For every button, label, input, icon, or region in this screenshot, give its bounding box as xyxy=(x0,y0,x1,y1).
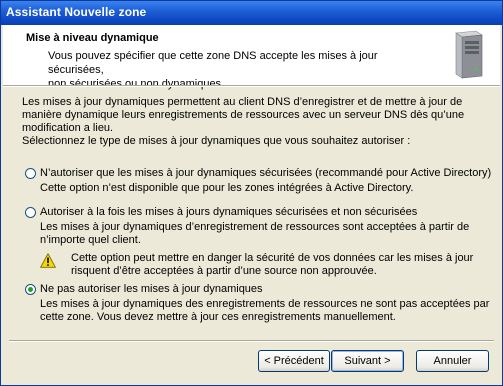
back-button[interactable]: < Précédent xyxy=(258,350,330,372)
wizard-window: Assistant Nouvelle zone Mise à niveau dy… xyxy=(0,0,503,386)
wizard-header: Mise à niveau dynamique Vous pouvez spéc… xyxy=(3,25,500,90)
header-subtitle-line1: Vous pouvez spécifier que cette zone DNS… xyxy=(48,50,378,76)
option-no-dynamic-desc-1: Les mises à jour dynamiques des enregist… xyxy=(40,298,490,310)
warning-icon xyxy=(40,253,56,268)
intro-line-4: Sélectionnez le type de mises à jour dyn… xyxy=(22,135,411,147)
option-no-dynamic-desc-2: cette zone. Vous devez mettre à jour ces… xyxy=(40,311,396,323)
warning-text-1: Cette option peut mettre en danger la sé… xyxy=(71,252,474,264)
server-icon xyxy=(455,30,483,79)
window-title: Assistant Nouvelle zone xyxy=(6,5,147,19)
option-secure-and-nonsecure-label[interactable]: Autoriser à la fois les mises à jours dy… xyxy=(40,206,417,219)
header-separator-highlight xyxy=(3,86,500,87)
title-bar[interactable]: Assistant Nouvelle zone xyxy=(1,1,502,25)
option-secure-only-label[interactable]: N’autoriser que les mises à jour dynamiq… xyxy=(40,167,491,180)
radio-no-dynamic[interactable] xyxy=(25,284,36,295)
warning-text-2: risquent d’être acceptées à partir d’une… xyxy=(71,265,377,277)
cancel-button[interactable]: Annuler xyxy=(416,350,489,372)
header-title: Mise à niveau dynamique xyxy=(26,32,159,44)
footer-separator-highlight xyxy=(9,341,494,342)
header-subtitle-line2: non sécurisées ou non dynamiques. xyxy=(48,78,225,90)
option-secure-only-desc: Cette option n’est disponible que pour l… xyxy=(40,182,414,194)
intro-line-1: Les mises à jour dynamiques permettent a… xyxy=(22,96,463,108)
intro-line-2: manière dynamique leurs enregistrements … xyxy=(22,109,465,121)
option-secure-and-nonsecure-desc-2: n’importe quel client. xyxy=(40,234,141,246)
option-no-dynamic-label[interactable]: Ne pas autoriser les mises à jour dynami… xyxy=(40,283,263,296)
radio-secure-and-nonsecure[interactable] xyxy=(25,207,36,218)
radio-secure-only[interactable] xyxy=(25,168,36,179)
option-secure-and-nonsecure-desc-1: Les mises à jour dynamiques d’enregistre… xyxy=(40,221,470,233)
next-button[interactable]: Suivant > xyxy=(331,350,404,372)
intro-line-3: modification a lieu. xyxy=(22,122,114,134)
